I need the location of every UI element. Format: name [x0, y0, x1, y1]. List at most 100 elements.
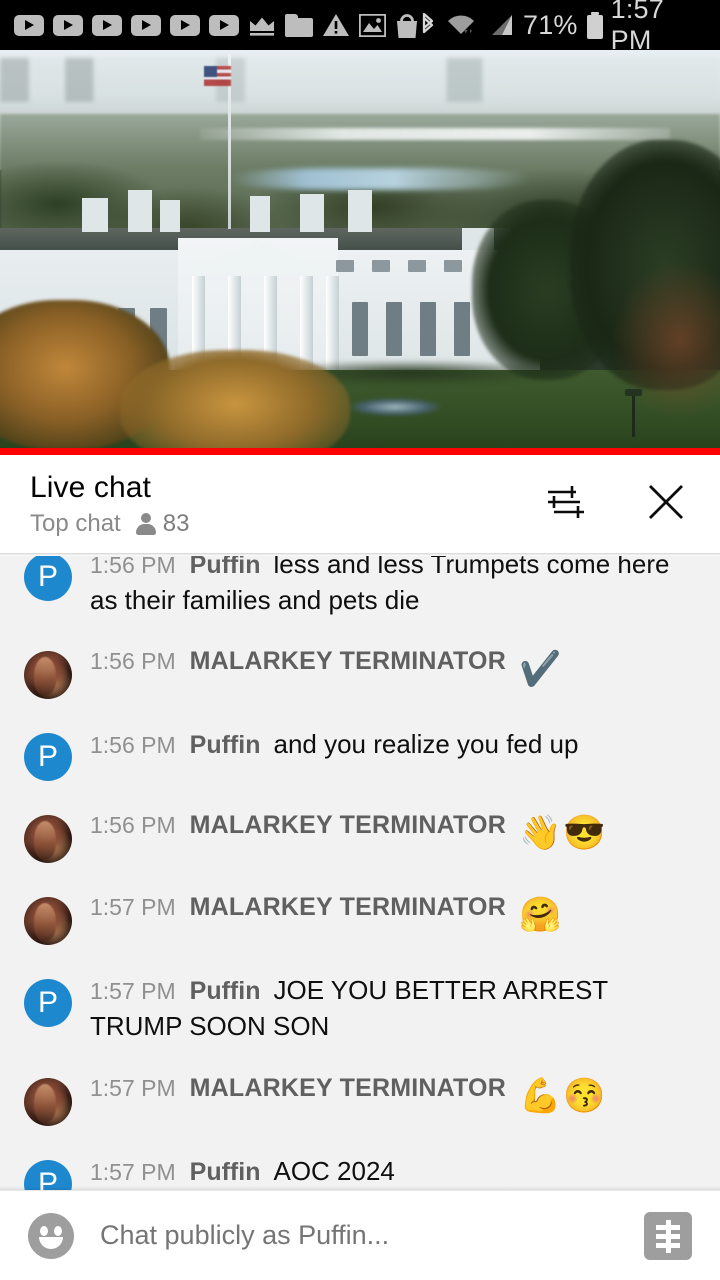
- message-emoji: 🤗: [518, 896, 564, 935]
- video-window: [372, 260, 390, 272]
- person-icon: [135, 512, 157, 536]
- message-author[interactable]: Puffin: [190, 731, 261, 759]
- message-timestamp: 1:57 PM: [90, 1074, 176, 1101]
- shopping-bag-icon: [395, 13, 419, 38]
- bluetooth-icon: [419, 11, 437, 39]
- video-window: [408, 260, 426, 272]
- message-timestamp: 1:56 PM: [90, 812, 176, 839]
- video-fountain: [335, 395, 455, 419]
- image-icon: [358, 12, 387, 38]
- video-window: [444, 260, 462, 272]
- message-timestamp: 1:57 PM: [90, 1158, 176, 1185]
- viewer-count-label: 83: [162, 509, 190, 537]
- message-author[interactable]: Puffin: [190, 977, 261, 1005]
- close-chat-button[interactable]: [642, 480, 690, 528]
- chat-message-body: 1:57 PM MALARKEY TERMINATOR 🤗: [90, 885, 696, 932]
- message-author[interactable]: MALARKEY TERMINATOR: [190, 811, 506, 839]
- youtube-play-icon: [170, 14, 200, 36]
- chat-message-row[interactable]: P 1:56 PM Puffin and you realize you fed up: [0, 710, 720, 792]
- chat-message-row[interactable]: 1:57 PM MALARKEY TERMINATOR 💪😚: [0, 1055, 720, 1137]
- status-bar-notifications: [14, 12, 419, 38]
- video-pediment: [182, 240, 334, 274]
- youtube-play-icon: [131, 14, 161, 36]
- video-river: [230, 168, 530, 190]
- message-emoji: 💪😚: [518, 1076, 608, 1115]
- avatar[interactable]: [24, 815, 72, 864]
- status-bar: 71% 1:57 PM: [0, 0, 720, 55]
- youtube-play-icon: [209, 14, 239, 36]
- clock-label: 1:57 PM: [610, 0, 664, 55]
- emoji-face-icon[interactable]: [28, 1212, 74, 1259]
- viewer-count: 83: [135, 509, 190, 538]
- youtube-play-icon: [53, 14, 83, 36]
- chat-message-body: 1:57 PM Puffin JOE YOU BETTER ARREST TRUMP…: [90, 967, 696, 1043]
- message-emoji: 👋😎: [518, 814, 608, 853]
- message-author[interactable]: Puffin: [190, 1158, 261, 1186]
- video-autumn-tree: [120, 350, 350, 455]
- video-chimney: [300, 194, 324, 232]
- message-author[interactable]: Puffin: [190, 556, 261, 579]
- avatar[interactable]: P: [24, 556, 72, 601]
- superchat-dollar-icon[interactable]: [644, 1211, 692, 1260]
- chat-message-row[interactable]: P 1:57 PM Puffin AOC 2024: [0, 1137, 720, 1190]
- close-icon: [644, 480, 688, 529]
- message-timestamp: 1:57 PM: [90, 894, 176, 921]
- chat-message-row[interactable]: 1:56 PM MALARKEY TERMINATOR ✔️: [0, 628, 720, 710]
- video-chimney: [160, 200, 180, 232]
- chat-message-row[interactable]: P 1:56 PM Puffin less and less Trumpets com…: [0, 556, 720, 628]
- avatar[interactable]: P: [24, 979, 72, 1028]
- chat-message-body: 1:56 PM Puffin less and less Trumpets come…: [90, 556, 696, 617]
- video-window: [454, 302, 470, 356]
- message-text: AOC 2024: [273, 1155, 395, 1186]
- message-author[interactable]: MALARKEY TERMINATOR: [190, 893, 506, 921]
- message-timestamp: 1:57 PM: [90, 978, 176, 1005]
- chat-message-row[interactable]: P 1:57 PM Puffin JOE YOU BETTER ARREST TRUM…: [0, 956, 720, 1054]
- battery-percent-label: 71%: [523, 9, 578, 40]
- chat-message-body: 1:56 PM MALARKEY TERMINATOR ✔️: [90, 639, 696, 686]
- chat-message-row[interactable]: 1:57 PM MALARKEY TERMINATOR 🤗: [0, 874, 720, 956]
- wifi-icon: [446, 13, 477, 37]
- avatar[interactable]: [24, 1077, 72, 1126]
- video-player[interactable]: [0, 50, 720, 455]
- avatar[interactable]: [24, 897, 72, 946]
- video-chimney: [348, 190, 372, 232]
- live-chat-message-list[interactable]: P 1:56 PM Puffin less and less Trumpets com…: [0, 556, 720, 1190]
- tune-sliders-icon: [544, 480, 588, 529]
- message-author[interactable]: MALARKEY TERMINATOR: [190, 647, 506, 675]
- youtube-play-icon: [14, 14, 44, 36]
- video-autumn-tree: [610, 260, 720, 420]
- live-chat-actions: [542, 480, 690, 528]
- live-chat-header: Live chat Top chat 83: [0, 455, 720, 553]
- youtube-play-icon: [92, 14, 122, 36]
- video-lamppost: [625, 389, 642, 437]
- live-chat-titles: Live chat Top chat 83: [30, 471, 189, 538]
- chat-message-body: 1:56 PM Puffin and you realize you fed up: [90, 721, 696, 763]
- video-progress-bar[interactable]: [0, 448, 720, 455]
- folder-icon: [285, 13, 313, 37]
- battery-icon: [586, 11, 603, 39]
- chat-message-body: 1:57 PM Puffin AOC 2024: [90, 1148, 696, 1190]
- chat-message-body: 1:56 PM MALARKEY TERMINATOR 👋😎: [90, 803, 696, 850]
- video-window: [352, 302, 368, 356]
- message-author[interactable]: MALARKEY TERMINATOR: [190, 1074, 506, 1102]
- chat-mode-label[interactable]: Top chat: [30, 510, 121, 538]
- chat-input-bar: [0, 1191, 720, 1280]
- video-window: [386, 302, 402, 356]
- video-chimney: [128, 190, 152, 232]
- video-bridge: [200, 128, 670, 140]
- status-bar-system: 71% 1:57 PM: [419, 0, 706, 56]
- avatar[interactable]: P: [24, 733, 72, 782]
- live-chat-subtitle: Top chat 83: [30, 510, 189, 538]
- message-timestamp: 1:56 PM: [90, 556, 176, 578]
- avatar[interactable]: [24, 651, 72, 700]
- page-title: Live chat: [30, 470, 151, 504]
- video-chimney: [82, 198, 108, 232]
- chat-settings-button[interactable]: [542, 480, 590, 528]
- chat-message-row[interactable]: 1:56 PM MALARKEY TERMINATOR 👋😎: [0, 792, 720, 874]
- chat-input[interactable]: [100, 1220, 644, 1251]
- chat-message-body: 1:57 PM MALARKEY TERMINATOR 💪😚: [90, 1066, 696, 1113]
- video-chimney: [250, 196, 270, 232]
- cellular-signal-icon: [486, 13, 514, 37]
- video-window: [336, 260, 354, 272]
- video-window: [420, 302, 436, 356]
